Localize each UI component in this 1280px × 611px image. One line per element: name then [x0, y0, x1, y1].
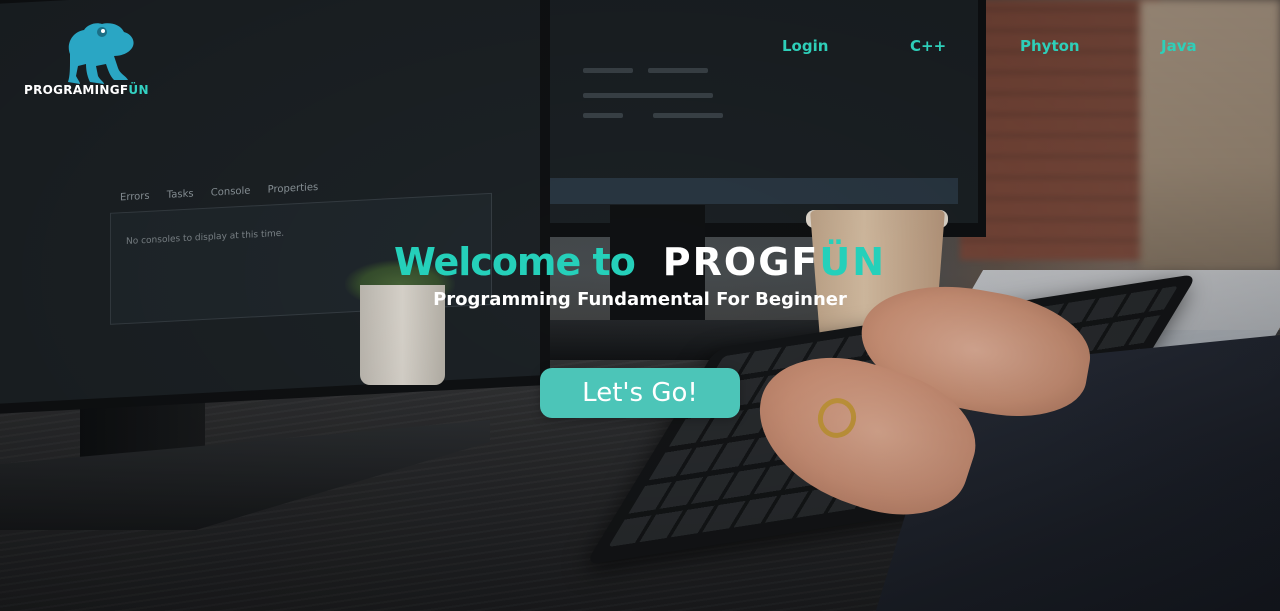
lets-go-button[interactable]: Let's Go!	[540, 368, 740, 418]
ide-tab-properties: Properties	[267, 181, 319, 196]
hero-brand-main: PROGF	[662, 240, 820, 284]
hero-subtitle: Programming Fundamental For Beginner	[433, 289, 847, 310]
brand-name: PROGRAMINGFÜN	[24, 83, 149, 97]
brand-name-accent: ÜN	[128, 83, 149, 97]
top-nav: Login C++ Phyton Java	[0, 37, 1280, 59]
brand-name-main: PROGRAMINGF	[24, 83, 129, 97]
landing-page: Errors Tasks Console Properties No conso…	[0, 0, 1280, 611]
right-monitor	[520, 0, 986, 237]
nav-java[interactable]: Java	[1161, 37, 1197, 55]
ide-tab-console: Console	[210, 185, 251, 199]
hero-welcome: Welcome to	[393, 240, 636, 284]
ide-tab-tasks: Tasks	[166, 188, 194, 201]
ide-tabs: Errors Tasks Console Properties	[120, 181, 332, 203]
brand-logo[interactable]: PROGRAMINGFÜN	[22, 20, 172, 100]
nav-phyton[interactable]: Phyton	[1020, 37, 1080, 55]
nav-login[interactable]: Login	[782, 37, 828, 55]
hero-brand-accent: ÜN	[819, 240, 887, 284]
ide-tab-errors: Errors	[120, 190, 150, 204]
hero-title: Welcome to PROGFÜN	[0, 240, 1280, 284]
nav-cpp[interactable]: C++	[910, 37, 946, 55]
